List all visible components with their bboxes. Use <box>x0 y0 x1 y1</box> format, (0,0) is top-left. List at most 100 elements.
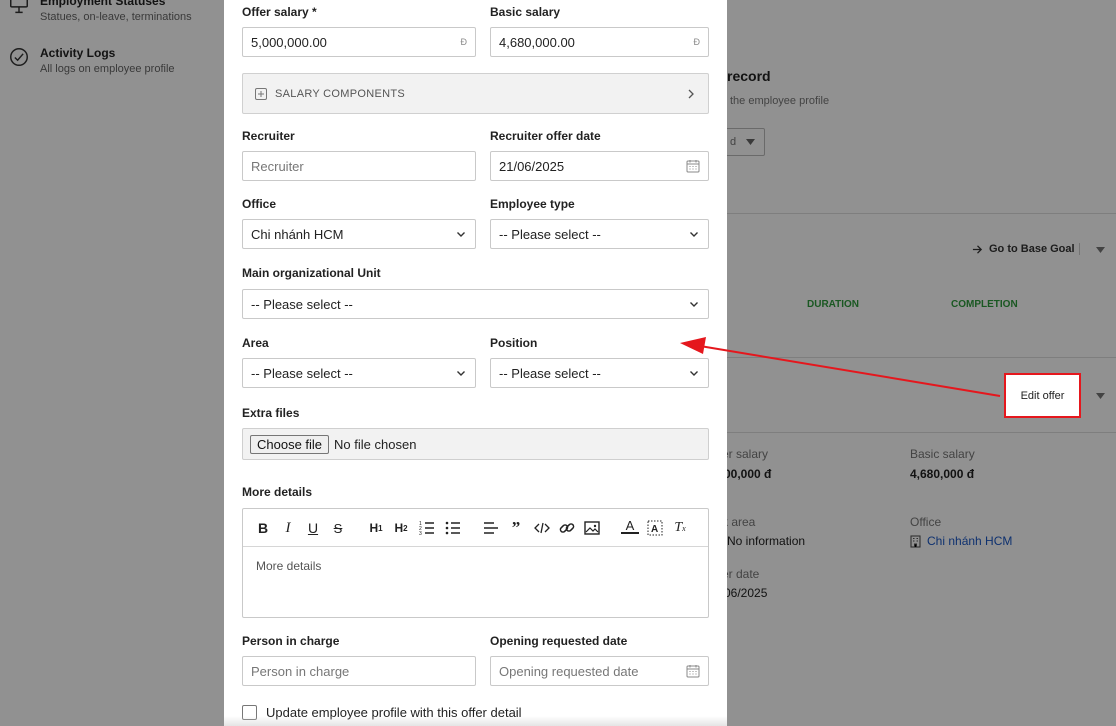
offer-date-value: 06/2025 <box>724 586 768 600</box>
area-select[interactable]: -- Please select -- <box>242 358 476 388</box>
bullet-list-icon[interactable] <box>444 519 462 537</box>
underline-icon[interactable]: U <box>304 519 322 537</box>
more-details-label: More details <box>242 485 313 499</box>
recruiter-offer-date-value: 21/06/2025 <box>499 158 565 174</box>
basic-salary-label: Basic salary <box>490 5 561 19</box>
check-circle-icon <box>10 48 28 66</box>
more-details-placeholder: More details <box>256 559 322 573</box>
offer-salary-value: 5,000,000.00 <box>251 34 327 50</box>
recruiter-offer-date-label: Recruiter offer date <box>490 129 601 143</box>
currency-suffix: Đ <box>460 37 468 47</box>
opening-requested-date-label: Opening requested date <box>490 634 628 648</box>
salary-components-panel[interactable]: SALARY COMPONENTS <box>242 73 709 114</box>
chevron-down-icon <box>457 232 465 237</box>
highlight-icon[interactable]: A <box>646 519 664 537</box>
offer-salary-label: Offer salary * <box>242 5 317 19</box>
opening-requested-date-placeholder: Opening requested date <box>499 663 639 679</box>
ordered-list-icon[interactable]: 123 <box>418 519 436 537</box>
sidebar-item-subtitle: All logs on employee profile <box>40 63 175 75</box>
record-select-value: d <box>730 136 737 148</box>
calendar-icon[interactable] <box>686 159 700 173</box>
building-icon <box>910 534 921 548</box>
divider <box>727 357 1116 358</box>
offer-salary-value: 00,000 đ <box>724 467 772 481</box>
position-label: Position <box>490 336 538 350</box>
svg-text:A: A <box>651 524 658 535</box>
divider <box>1079 243 1080 255</box>
svg-text:3: 3 <box>419 531 422 537</box>
employee-type-select-value: -- Please select -- <box>499 226 601 242</box>
recruiter-placeholder: Recruiter <box>251 158 304 174</box>
image-icon[interactable] <box>583 519 601 537</box>
code-icon[interactable] <box>533 519 551 537</box>
basic-salary-value: 4,680,000 đ <box>910 467 975 481</box>
go-to-base-goal-link[interactable]: Go to Base Goal <box>972 243 1075 255</box>
position-select-value: -- Please select -- <box>499 365 601 381</box>
go-to-base-goal-label: Go to Base Goal <box>989 243 1075 255</box>
opening-requested-date-input[interactable]: Opening requested date <box>490 656 709 686</box>
offer-date-label: er date <box>722 567 760 581</box>
office-label: Office <box>910 515 942 529</box>
choose-file-button[interactable]: Choose file <box>250 434 330 454</box>
position-select[interactable]: -- Please select -- <box>490 358 709 388</box>
office-label: Office <box>242 197 277 211</box>
editor-toolbar: B I U S H1 H2 123 ” A A Tx <box>243 509 708 547</box>
employee-type-select[interactable]: -- Please select -- <box>490 219 709 249</box>
chevron-down-icon <box>457 371 465 376</box>
chevron-down-icon <box>690 302 698 307</box>
offer-salary-label: er salary <box>722 447 769 461</box>
clear-format-icon[interactable]: Tx <box>671 519 689 537</box>
bold-icon[interactable]: B <box>254 519 272 537</box>
area-select-value: -- Please select -- <box>251 365 353 381</box>
sidebar-item-title: Employment Statuses <box>40 0 166 8</box>
office-select-value: Chi nhánh HCM <box>251 226 344 242</box>
office-select[interactable]: Chi nhánh HCM <box>242 219 476 249</box>
person-in-charge-input[interactable]: Person in charge <box>242 656 476 686</box>
chevron-right-icon <box>688 89 694 98</box>
link-icon[interactable] <box>558 519 576 537</box>
caret-down-icon <box>746 139 756 145</box>
person-in-charge-label: Person in charge <box>242 634 340 648</box>
work-area-label: k area <box>722 515 756 529</box>
italic-icon[interactable]: I <box>279 519 297 537</box>
offer-salary-input[interactable]: 5,000,000.00 Đ <box>242 27 476 57</box>
recruiter-input[interactable]: Recruiter <box>242 151 476 181</box>
sidebar-item-activity-logs[interactable]: Activity Logs All logs on employee profi… <box>8 46 175 75</box>
arrow-right-icon <box>972 244 983 254</box>
text-color-icon[interactable]: A <box>621 518 639 534</box>
basic-salary-label: Basic salary <box>910 447 975 461</box>
basic-salary-value: 4,680,000.00 <box>499 34 575 50</box>
align-left-icon[interactable] <box>482 519 500 537</box>
more-details-editor[interactable]: B I U S H1 H2 123 ” A A Tx More details <box>242 508 709 618</box>
caret-down-icon[interactable] <box>1096 247 1105 253</box>
file-status: No file chosen <box>334 436 417 452</box>
edit-offer-button[interactable]: Edit offer <box>1004 373 1081 418</box>
main-org-unit-select[interactable]: -- Please select -- <box>242 289 709 319</box>
column-header-duration: DURATION <box>807 299 860 310</box>
divider <box>727 432 1116 433</box>
salary-components-label: SALARY COMPONENTS <box>275 87 406 100</box>
heading-2-icon[interactable]: H2 <box>392 519 410 537</box>
plus-square-icon <box>255 87 267 100</box>
basic-salary-input[interactable]: 4,680,000.00 Đ <box>490 27 709 57</box>
extra-files-label: Extra files <box>242 406 300 420</box>
employee-type-label: Employee type <box>490 197 575 211</box>
caret-down-icon[interactable] <box>1096 393 1105 399</box>
currency-suffix: Đ <box>693 37 701 47</box>
office-link[interactable]: Chi nhánh HCM <box>910 534 1012 548</box>
main-org-unit-select-value: -- Please select -- <box>251 296 353 312</box>
extra-files-input[interactable]: Choose file No file chosen <box>242 428 709 460</box>
strikethrough-icon[interactable]: S <box>329 519 347 537</box>
sidebar-item-employment-statuses[interactable]: Employment Statuses Statues, on-leave, t… <box>8 0 192 23</box>
bottom-fade <box>224 716 727 726</box>
calendar-icon[interactable] <box>686 664 700 678</box>
recruiter-offer-date-input[interactable]: 21/06/2025 <box>490 151 709 181</box>
monitor-icon <box>10 0 28 14</box>
recruiter-label: Recruiter <box>242 129 295 143</box>
area-label: Area <box>242 336 269 350</box>
column-header-completion: COMPLETION <box>951 299 1018 310</box>
blockquote-icon[interactable]: ” <box>507 518 525 537</box>
heading-1-icon[interactable]: H1 <box>367 519 385 537</box>
record-title: record <box>727 68 771 84</box>
office-value: Chi nhánh HCM <box>927 534 1013 548</box>
